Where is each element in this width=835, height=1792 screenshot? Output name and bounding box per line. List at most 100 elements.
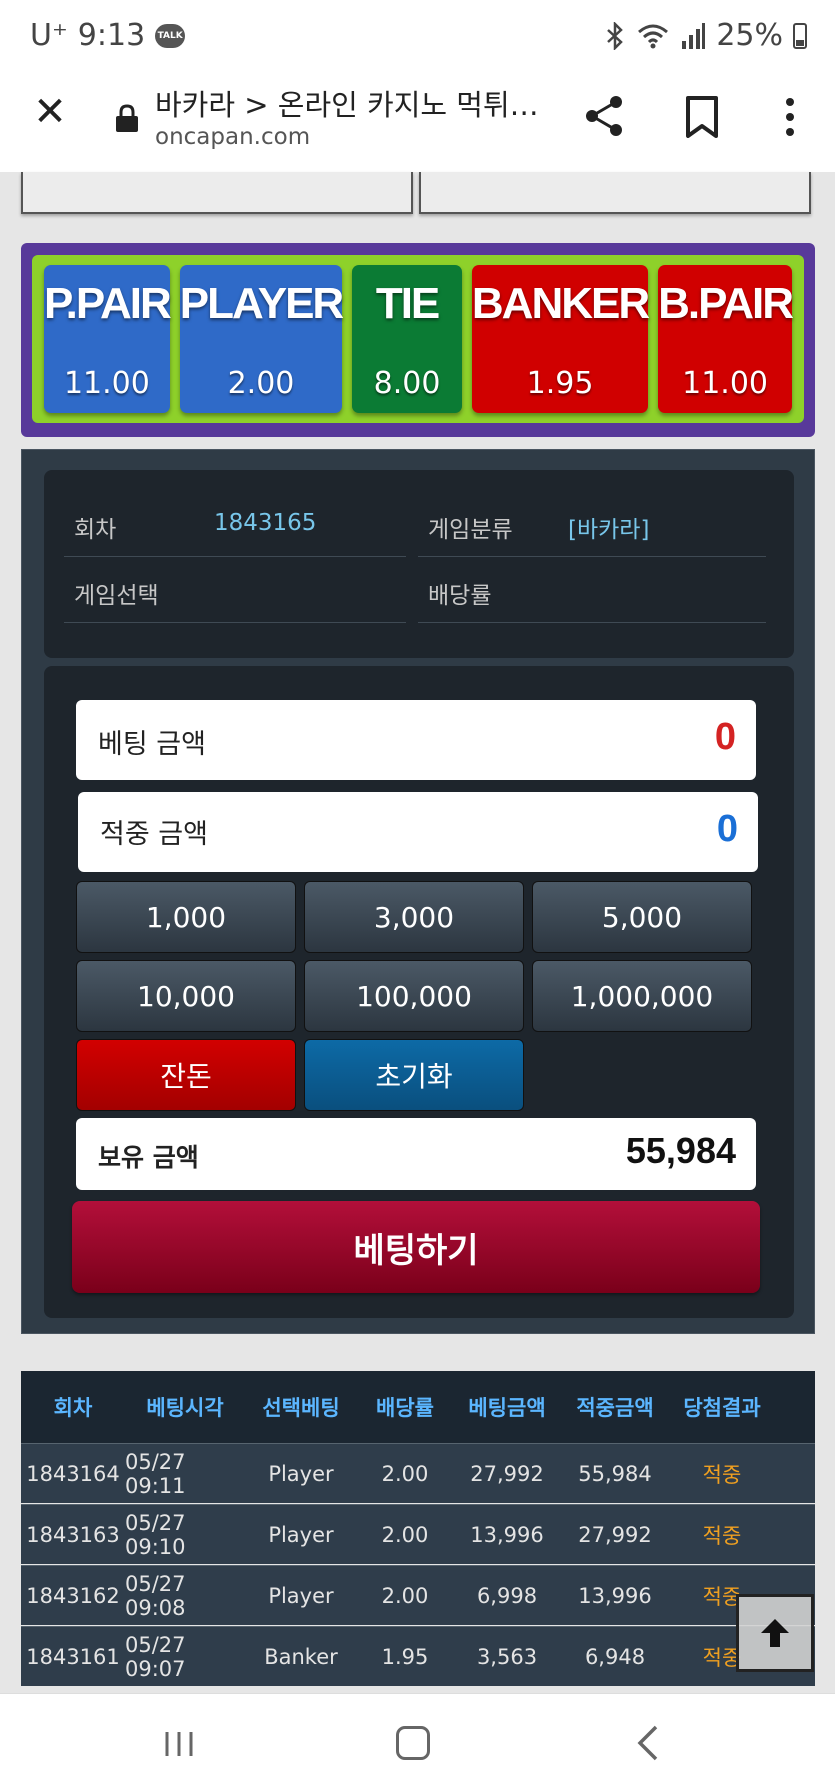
amount-button-100000[interactable]: 100,000 [304,960,524,1032]
info-row-round: 회차 1843165 [64,490,406,557]
arrow-up-icon [761,1619,789,1647]
odd-player-button[interactable]: PLAYER 2.00 [179,265,344,413]
cell-bet-amount: 3,563 [476,1644,538,1669]
cell-round: 1843163 [26,1522,120,1547]
info-row-rate: 배당률 [418,556,766,623]
amount-button-1000[interactable]: 1,000 [76,881,296,953]
win-amount-field: 적중 금액 0 [78,792,758,872]
cell-rate: 2.00 [381,1583,429,1608]
odd-value: 1.95 [526,366,594,401]
balance-label: 보유 금액 [98,1143,199,1172]
betting-panel: 회차 1843165 게임분류 [바카라] 게임선택 배당률 베팅 금액 0 적… [21,449,815,1334]
cell-rate: 2.00 [381,1522,429,1547]
more-options-icon[interactable] [772,96,808,138]
url-domain[interactable]: oncapan.com [155,124,310,150]
round-label: 회차 [74,517,117,543]
cell-round: 1843162 [26,1583,120,1608]
wifi-icon [638,24,669,48]
talk-icon: TALK [155,23,186,48]
cell-win-amount: 6,948 [584,1644,646,1669]
cell-result: 적중 [702,1523,742,1548]
bet-amount-label: 베팅 금액 [98,729,206,760]
odd-value: 11.00 [63,366,150,401]
col-result: 당첨결과 [683,1396,761,1420]
odd-name: B.PAIR [658,279,794,328]
status-left: U⁺ 9:13 TALK [30,18,186,53]
col-selection: 선택베팅 [262,1396,340,1420]
bookmark-icon[interactable] [684,96,720,138]
odd-banker-button[interactable]: BANKER 1.95 [471,265,650,413]
cell-selection: Player [268,1461,334,1486]
cell-result: 적중 [702,1462,742,1487]
balance-value: 55,984 [625,1130,736,1171]
cell-bet-time: 05/27 09:11 [125,1449,186,1498]
odd-value: 8.00 [373,366,441,401]
category-label: 게임분류 [428,517,513,543]
partial-panel-right [419,172,811,214]
col-bet-amount: 베팅금액 [468,1396,546,1420]
scroll-to-top-button[interactable] [736,1594,814,1672]
odd-name: BANKER [471,279,650,328]
signal-icon [682,22,706,49]
odd-value: 11.00 [682,366,769,401]
bet-history-table: 회차 베팅시각 선택베팅 배당률 베팅금액 적중금액 당첨결과 1843164 … [21,1371,815,1695]
cell-bet-time: 05/27 09:10 [125,1510,186,1559]
partial-panel-left [21,172,413,214]
battery-percent: 25% [716,18,783,53]
cell-win-amount: 55,984 [578,1461,652,1486]
odd-tie-button[interactable]: TIE 8.00 [352,265,462,413]
reset-button[interactable]: 초기화 [304,1039,524,1111]
lock-icon [116,104,138,132]
table-row: 1843162 05/27 09:08 Player 2.00 6,998 13… [21,1565,815,1625]
cell-bet-time: 05/27 09:07 [125,1632,186,1681]
recent-apps-icon[interactable] [163,1728,195,1760]
col-win-amount: 적중금액 [576,1396,654,1420]
cell-rate: 2.00 [381,1461,429,1486]
info-row-category: 게임분류 [바카라] [418,490,766,557]
table-row: 1843161 05/27 09:07 Banker 1.95 3,563 6,… [21,1626,815,1686]
table-row: 1843163 05/27 09:10 Player 2.00 13,996 2… [21,1504,815,1564]
cell-win-amount: 27,992 [578,1522,652,1547]
odds-buttons: P.PAIR 11.00 PLAYER 2.00 TIE 8.00 BANKER… [32,255,804,423]
cell-selection: Banker [264,1644,338,1669]
game-info: 회차 1843165 게임분류 [바카라] 게임선택 배당률 [44,470,794,658]
balance-field: 보유 금액 55,984 [76,1118,756,1190]
cell-round: 1843161 [26,1644,120,1669]
cell-selection: Player [268,1583,334,1608]
odd-name: P.PAIR [44,279,172,328]
odd-name: PLAYER [179,279,344,328]
amount-button-5000[interactable]: 5,000 [532,881,752,953]
browser-toolbar: ✕ 바카라 > 온라인 카지노 먹튀… oncapan.com [0,72,835,172]
selection-label: 게임선택 [74,583,159,609]
home-icon[interactable] [396,1726,430,1760]
odds-panel: P.PAIR 11.00 PLAYER 2.00 TIE 8.00 BANKER… [21,243,815,437]
amount-button-1000000[interactable]: 1,000,000 [532,960,752,1032]
cell-bet-amount: 6,998 [476,1583,538,1608]
bet-amount-value: 0 [714,716,736,758]
cell-selection: Player [268,1522,334,1547]
cell-win-amount: 13,996 [578,1583,652,1608]
amount-button-10000[interactable]: 10,000 [76,960,296,1032]
bet-amount-field[interactable]: 베팅 금액 0 [76,700,756,780]
carrier-label: U⁺ [30,18,68,53]
battery-icon [793,22,807,49]
status-bar: U⁺ 9:13 TALK 25% [0,0,835,72]
share-icon[interactable] [582,94,626,138]
bet-form: 베팅 금액 0 적중 금액 0 1,000 3,000 5,000 10,000… [44,666,794,1318]
page-title[interactable]: 바카라 > 온라인 카지노 먹튀… [155,82,539,124]
info-row-selection: 게임선택 [64,556,406,623]
category-value: [바카라] [568,517,650,543]
round-value: 1843165 [214,510,317,536]
cell-round: 1843164 [26,1461,120,1486]
amount-button-3000[interactable]: 3,000 [304,881,524,953]
odd-bpair-button[interactable]: B.PAIR 11.00 [658,265,794,413]
cell-bet-time: 05/27 09:08 [125,1571,186,1620]
close-icon[interactable]: ✕ [30,92,70,132]
table-row: 1843164 05/27 09:11 Player 2.00 27,992 5… [21,1443,815,1503]
place-bet-button[interactable]: 베팅하기 [72,1201,760,1293]
odd-ppair-button[interactable]: P.PAIR 11.00 [44,265,172,413]
table-header: 회차 베팅시각 선택베팅 배당률 베팅금액 적중금액 당첨결과 [21,1371,815,1443]
back-icon[interactable] [632,1724,662,1762]
remainder-button[interactable]: 잔돈 [76,1039,296,1111]
col-round: 회차 [53,1396,93,1420]
